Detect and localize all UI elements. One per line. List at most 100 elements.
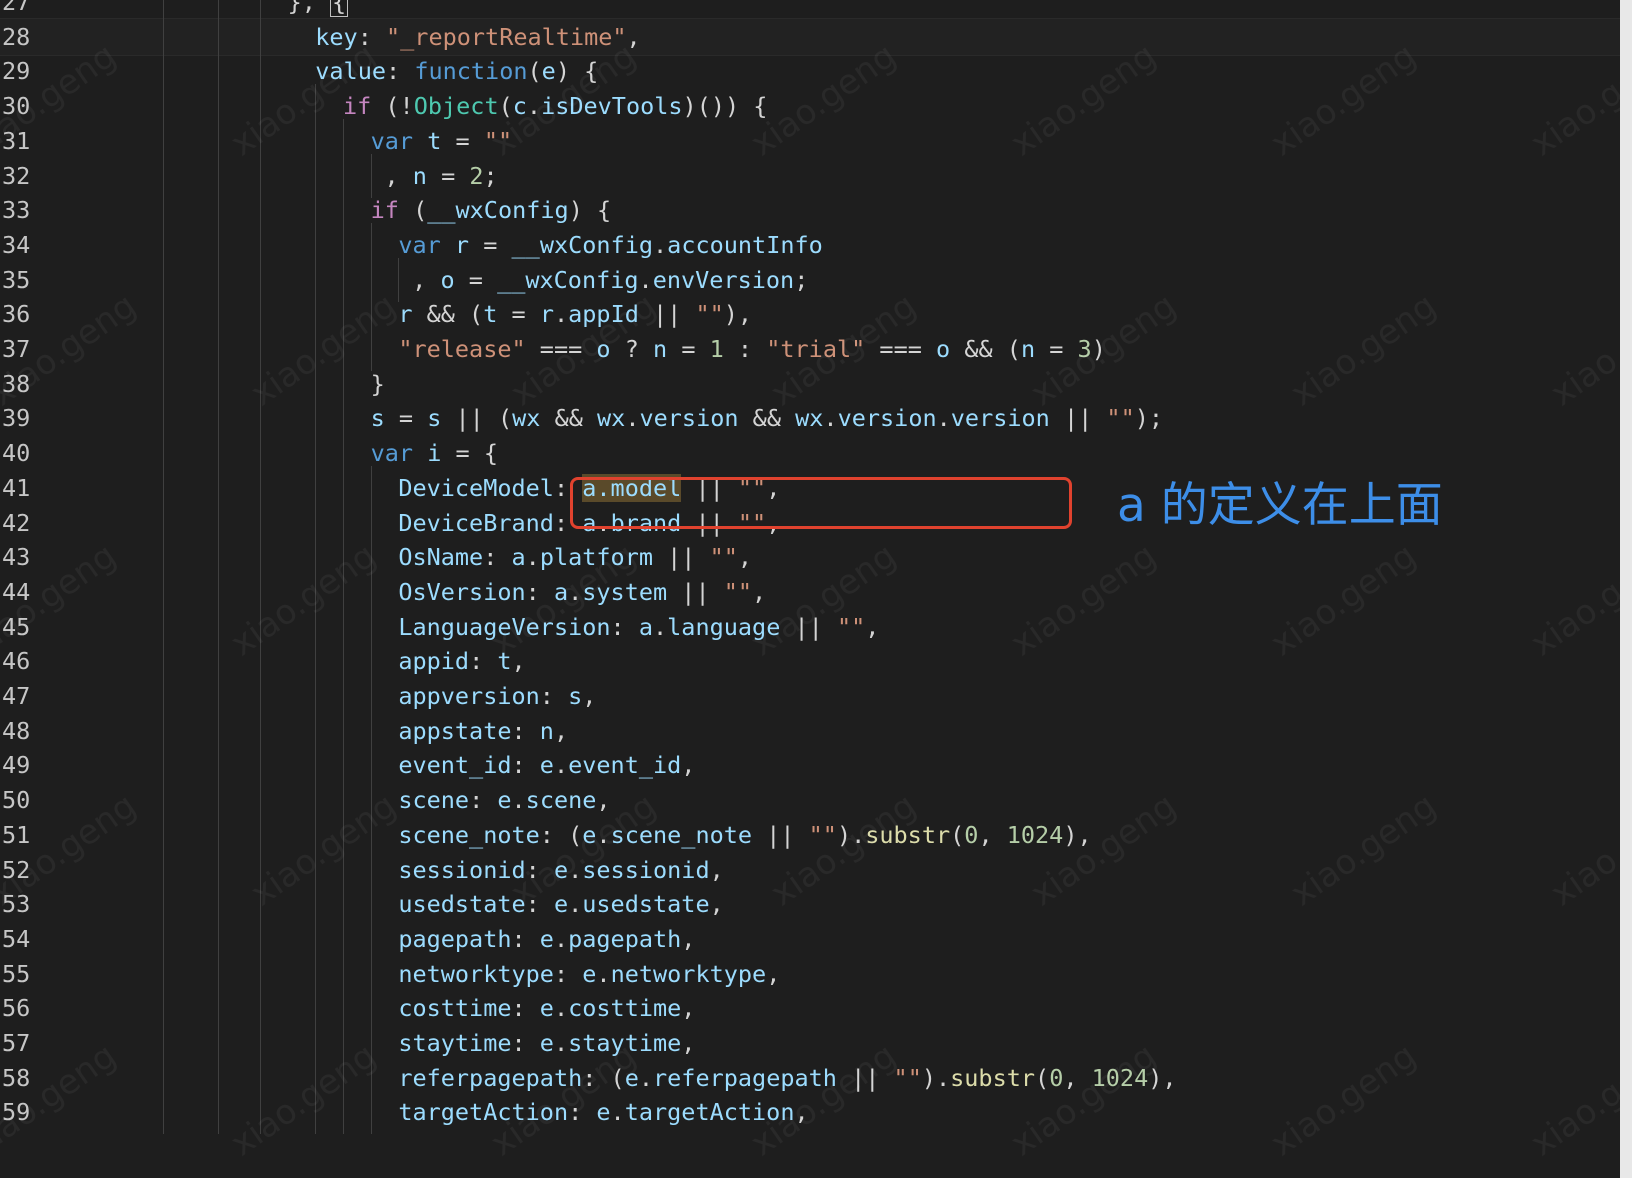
line-number: 52 [2, 855, 31, 884]
code-token: ( [950, 820, 965, 849]
line-number: 30 [2, 92, 31, 121]
code-line[interactable]: 49 event_id: e.event_id, [0, 743, 1620, 788]
code-token: : [511, 994, 540, 1023]
indent-guide [342, 1090, 344, 1135]
code-token: , [681, 924, 696, 953]
code-token: a [511, 543, 526, 572]
code-token: , [384, 161, 413, 190]
code-token: "" [695, 300, 724, 329]
code-token: i [427, 439, 442, 468]
code-token: = [497, 300, 540, 329]
line-number: 33 [2, 196, 31, 225]
code-token: , [1063, 1063, 1092, 1092]
code-token: . [568, 577, 583, 606]
code-token: r [454, 230, 470, 259]
line-number: 42 [2, 508, 31, 537]
code-line[interactable]: 38} [0, 361, 1620, 406]
code-line[interactable]: 28 key: "_reportRealtime", [0, 14, 1620, 59]
code-token: __wxConfig [497, 265, 639, 294]
code-token: : [723, 335, 767, 363]
code-token: = [384, 404, 428, 433]
code-token: e [541, 57, 556, 86]
code-line[interactable]: 55 networktype: e.networktype, [0, 951, 1620, 996]
code-token: , [978, 820, 1007, 849]
line-number: 37 [2, 335, 31, 363]
code-line[interactable]: 48 appstate: n, [0, 708, 1620, 753]
code-token: ), [1148, 1063, 1177, 1092]
code-line[interactable]: 39 s = s || (wx && wx.version && wx.versi… [0, 396, 1620, 441]
code-token: "" [893, 1063, 922, 1092]
code-token: , [766, 959, 781, 988]
code-token: o [936, 335, 951, 363]
code-token: && ( [412, 300, 484, 329]
code-token: 3 [1077, 335, 1092, 363]
code-token: : [357, 22, 387, 51]
code-token: accountInfo [667, 230, 823, 259]
code-line[interactable]: 58 referpagepath: (e.referpagepath || "")… [0, 1055, 1620, 1100]
code-token: usedstate [582, 890, 710, 919]
code-token: "" [1106, 404, 1135, 433]
code-line[interactable]: 57 staytime: e.staytime, [0, 1021, 1620, 1065]
code-line[interactable]: 52 sessionid: e.sessionid, [0, 847, 1620, 892]
code-token: . [525, 543, 540, 572]
code-line[interactable]: 37 "release" === o ? n = 1 : "trial" === … [0, 327, 1620, 371]
code-line[interactable]: 33 if (__wxConfig) { [0, 188, 1620, 233]
code-line[interactable]: 44 OsVersion: a.system || "", [0, 569, 1620, 614]
code-token: , [794, 1098, 809, 1127]
code-token: "" [723, 577, 753, 606]
code-line[interactable]: 47 appversion: s, [0, 674, 1620, 718]
line-number: 57 [2, 1029, 31, 1057]
code-token: = [454, 265, 498, 294]
code-token: appstate [398, 716, 512, 745]
code-text: scene_note: (e.scene_note || "").substr(… [398, 817, 1091, 853]
code-token: usedstate [398, 890, 526, 919]
code-token: networktype [398, 959, 554, 988]
code-token: version [950, 404, 1050, 433]
code-line[interactable]: 31 var t = "" [0, 118, 1620, 163]
code-line[interactable]: 40 var i = { [0, 431, 1620, 476]
code-line[interactable]: 51 scene_note: (e.scene_note || "").subst… [0, 812, 1620, 857]
code-token: , [553, 716, 569, 745]
code-line[interactable]: 32, n = 2; [0, 153, 1620, 198]
line-number: 40 [2, 439, 31, 468]
code-editor[interactable]: 27}, {28 key: "_reportRealtime", 29 value: … [0, 0, 1620, 1178]
code-line[interactable]: 34 var r = __wxConfig.accountInfo [0, 222, 1620, 267]
code-token: costtime [398, 994, 512, 1023]
code-token: : [525, 577, 554, 606]
code-line[interactable]: 29 value: function(e) { [0, 49, 1620, 94]
code-line[interactable]: 50 scene: e.scene, [0, 778, 1620, 823]
code-line[interactable]: 45 LanguageVersion: a.language || "", [0, 604, 1620, 649]
code-line[interactable]: 59 targetAction: e.targetAction, [0, 1090, 1620, 1135]
code-token: e [553, 890, 569, 919]
code-text: usedstate: e.usedstate, [398, 886, 723, 922]
code-token: . [511, 786, 526, 815]
code-token: . [553, 300, 569, 329]
code-token: } [370, 369, 385, 398]
code-line[interactable]: 53 usedstate: e.usedstate, [0, 882, 1620, 927]
code-token: "" [483, 126, 513, 155]
code-text: staytime: e.staytime, [398, 1025, 695, 1061]
code-line[interactable]: 27}, { [0, 0, 1620, 24]
code-line[interactable]: 35, o = __wxConfig.envVersion; [0, 257, 1620, 302]
code-line[interactable]: 30 if (!Object(c.isDevTools)()) { [0, 84, 1620, 129]
code-token: (! [371, 92, 414, 121]
indent-guide [218, 1090, 220, 1135]
code-token: ). [921, 1063, 951, 1092]
code-token: . [936, 404, 951, 433]
code-token: : [483, 543, 512, 572]
code-token: . [638, 265, 653, 294]
code-line[interactable]: 56 costtime: e.costtime, [0, 986, 1620, 1031]
code-text: var r = __wxConfig.accountInfo [398, 227, 823, 263]
code-line[interactable]: 43 OsName: a.platform || "", [0, 535, 1620, 580]
code-token: t [497, 647, 512, 676]
scrollbar[interactable] [1620, 0, 1632, 1178]
code-token: scene_note [398, 820, 540, 849]
code-line[interactable]: 36 r && (t = r.appId || ""), [0, 292, 1620, 337]
line-number: 29 [2, 57, 31, 86]
code-text: key: "_reportRealtime", [315, 19, 640, 55]
code-line[interactable]: 46 appid: t, [0, 639, 1620, 684]
indent-guide [259, 1090, 261, 1135]
code-token: e [539, 1029, 554, 1057]
code-line[interactable]: 54 pagepath: e.pagepath, [0, 916, 1620, 961]
